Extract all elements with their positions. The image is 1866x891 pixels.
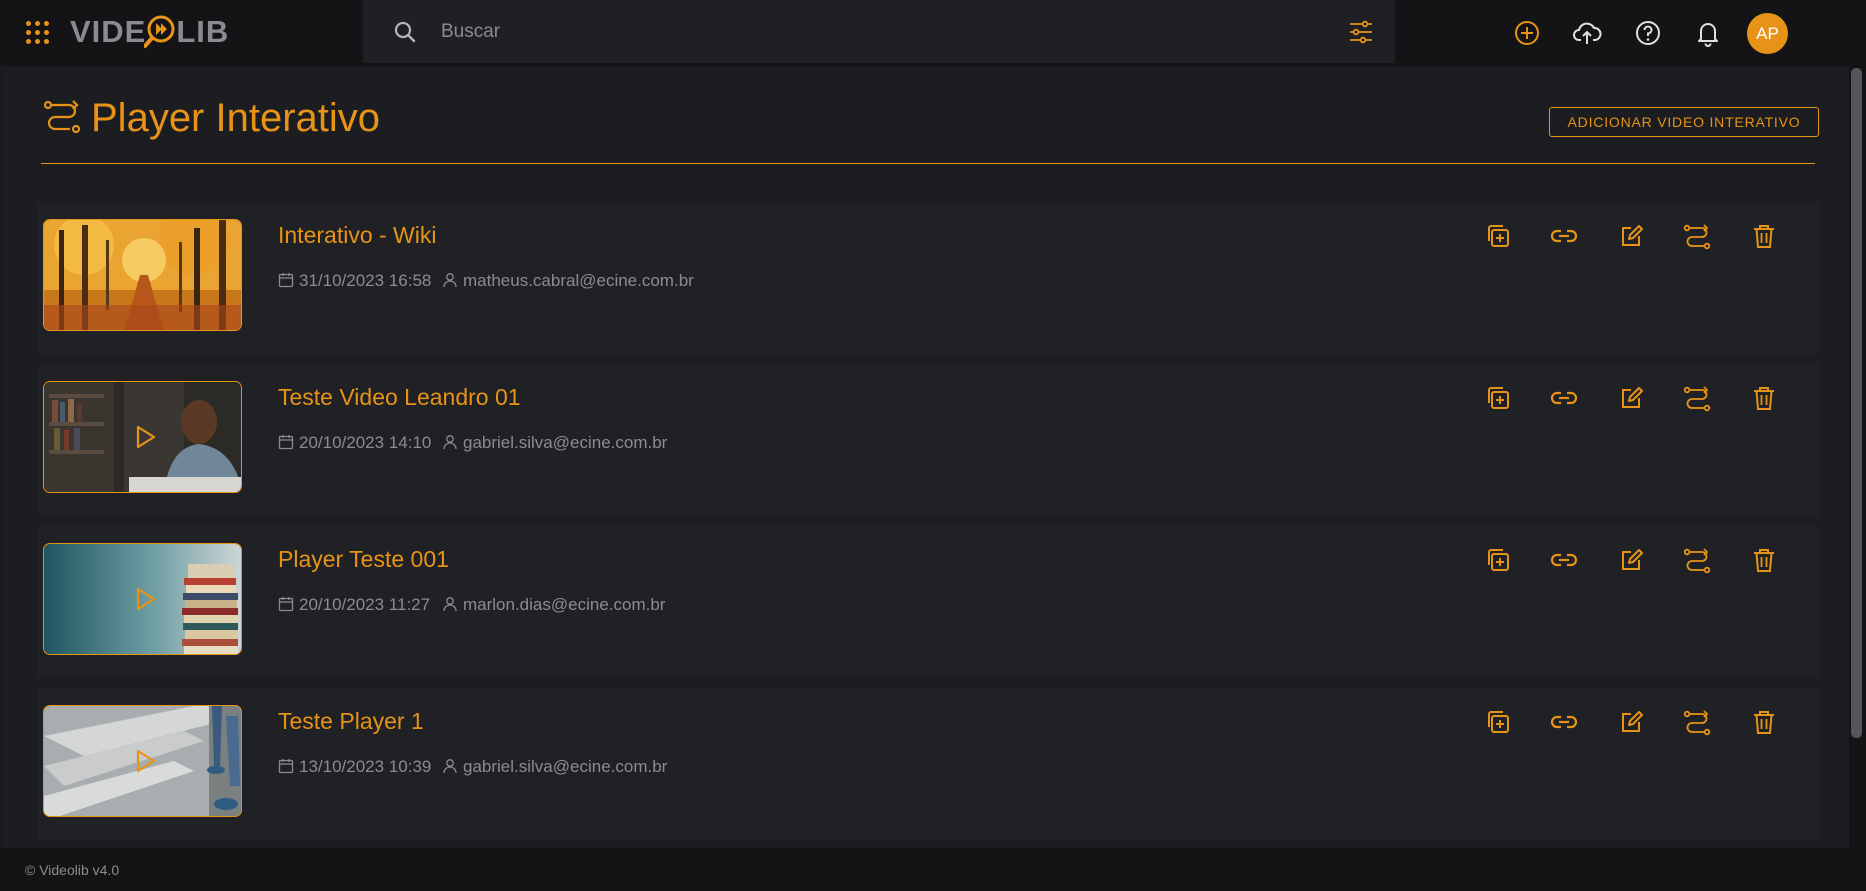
duplicate-icon[interactable] — [1484, 708, 1512, 736]
video-author: matheus.cabral@ecine.com.br — [442, 271, 694, 291]
link-icon[interactable] — [1550, 546, 1578, 574]
apps-grid-icon[interactable] — [26, 21, 50, 45]
bell-icon[interactable] — [1693, 18, 1723, 48]
interactive-flow-icon[interactable] — [1683, 546, 1711, 574]
trash-icon[interactable] — [1750, 222, 1778, 250]
play-icon[interactable] — [132, 586, 158, 612]
edit-icon[interactable] — [1617, 546, 1645, 574]
video-thumbnail[interactable] — [43, 705, 242, 817]
video-date: 31/10/2023 16:58 — [278, 271, 431, 291]
video-thumbnail[interactable] — [43, 543, 242, 655]
video-title[interactable]: Player Teste 001 — [278, 546, 449, 573]
footer-version: © Videolib v4.0 — [25, 862, 120, 878]
edit-icon[interactable] — [1617, 222, 1645, 250]
video-title[interactable]: Interativo - Wiki — [278, 222, 436, 249]
user-icon — [443, 435, 457, 450]
interactive-flow-icon[interactable] — [1683, 384, 1711, 412]
video-row[interactable]: Player Teste 001 20/10/2023 11:27 marlon… — [38, 526, 1819, 678]
link-icon[interactable] — [1550, 222, 1578, 250]
top-bar: VIDELIB AP — [0, 0, 1866, 66]
video-thumbnail[interactable] — [43, 381, 242, 493]
calendar-icon — [278, 597, 294, 612]
play-icon[interactable] — [132, 424, 158, 450]
user-icon — [443, 597, 457, 612]
main-content: Player Interativo ADICIONAR VIDEO INTERA… — [5, 66, 1849, 848]
logo-play-magnifier-icon — [144, 15, 176, 48]
calendar-icon — [278, 273, 294, 288]
add-interactive-video-button[interactable]: ADICIONAR VIDEO INTERATIVO — [1549, 107, 1819, 137]
video-title[interactable]: Teste Video Leandro 01 — [278, 384, 521, 411]
add-circle-icon[interactable] — [1512, 18, 1542, 48]
video-row[interactable]: Teste Video Leandro 01 20/10/2023 14:10 … — [38, 364, 1819, 516]
play-icon[interactable] — [132, 748, 158, 774]
video-row[interactable]: Interativo - Wiki 31/10/2023 16:58 mathe… — [38, 202, 1819, 354]
video-author: gabriel.silva@ecine.com.br — [442, 433, 667, 453]
scrollbar-thumb[interactable] — [1851, 68, 1862, 738]
duplicate-icon[interactable] — [1484, 546, 1512, 574]
search-bar — [363, 0, 1395, 63]
video-author: marlon.dias@ecine.com.br — [442, 595, 665, 615]
video-thumbnail[interactable] — [43, 219, 242, 331]
link-icon[interactable] — [1550, 708, 1578, 736]
video-title[interactable]: Teste Player 1 — [278, 708, 424, 735]
edit-icon[interactable] — [1617, 708, 1645, 736]
duplicate-icon[interactable] — [1484, 222, 1512, 250]
search-input[interactable] — [441, 15, 1321, 49]
trash-icon[interactable] — [1750, 708, 1778, 736]
link-icon[interactable] — [1550, 384, 1578, 412]
trash-icon[interactable] — [1750, 384, 1778, 412]
video-date: 13/10/2023 10:39 — [278, 757, 431, 777]
calendar-icon — [278, 435, 294, 450]
user-icon — [443, 759, 457, 774]
interactive-flow-icon — [43, 100, 81, 134]
autumn-forest-thumbnail — [44, 220, 241, 330]
interactive-flow-icon[interactable] — [1683, 708, 1711, 736]
edit-icon[interactable] — [1617, 384, 1645, 412]
interactive-flow-icon[interactable] — [1683, 222, 1711, 250]
calendar-icon — [278, 759, 294, 774]
videolib-logo[interactable]: VIDE LIB — [70, 14, 229, 50]
video-row[interactable]: Teste Player 1 13/10/2023 10:39 gabriel.… — [38, 688, 1819, 840]
page-title: Player Interativo — [91, 96, 381, 140]
user-avatar[interactable]: AP — [1747, 13, 1788, 54]
duplicate-icon[interactable] — [1484, 384, 1512, 412]
video-author: gabriel.silva@ecine.com.br — [442, 757, 667, 777]
help-icon[interactable] — [1633, 18, 1663, 48]
search-icon[interactable] — [393, 20, 417, 44]
trash-icon[interactable] — [1750, 546, 1778, 574]
cloud-upload-icon[interactable] — [1572, 18, 1602, 48]
filter-sliders-icon[interactable] — [1348, 19, 1374, 45]
title-divider — [41, 163, 1815, 164]
video-date: 20/10/2023 11:27 — [278, 595, 430, 615]
footer: © Videolib v4.0 — [0, 848, 1866, 891]
video-date: 20/10/2023 14:10 — [278, 433, 431, 453]
user-icon — [443, 273, 457, 288]
